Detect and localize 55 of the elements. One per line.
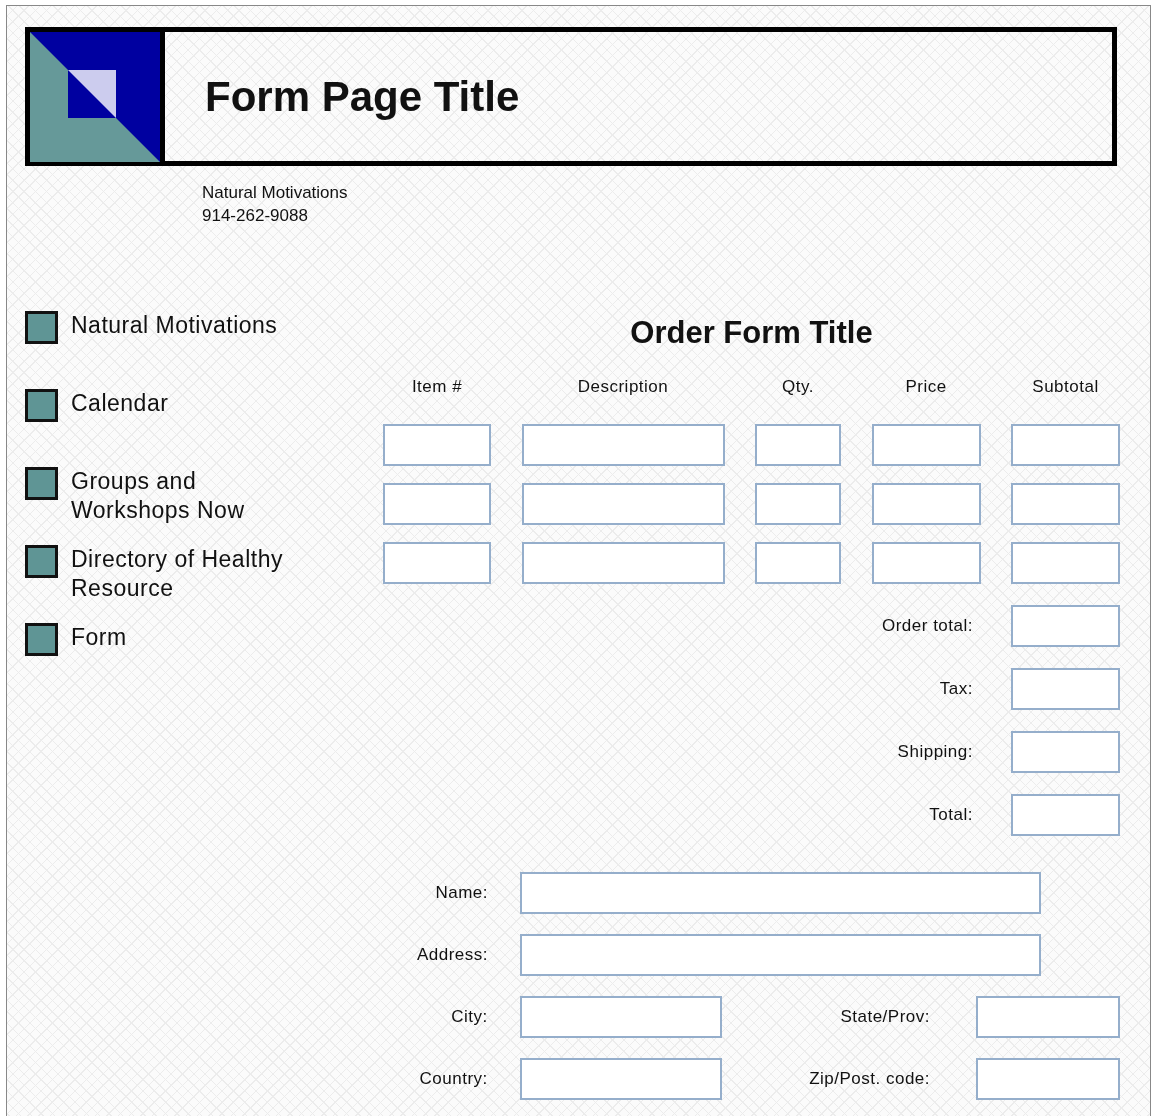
input-field[interactable] <box>1011 731 1120 773</box>
field-label: City: <box>450 1007 488 1027</box>
company-name: Natural Motivations <box>202 182 349 204</box>
input-field[interactable] <box>755 483 841 525</box>
field-label: Order total: <box>881 616 973 636</box>
bullet-icon <box>25 545 58 578</box>
nav-link[interactable]: Form <box>71 623 311 652</box>
nav-link[interactable]: Natural Motivations <box>71 311 311 340</box>
bullet-icon <box>25 467 58 500</box>
field-label: Zip/Post. code: <box>808 1069 930 1089</box>
input-field[interactable] <box>1011 542 1120 584</box>
field-label: Name: <box>434 883 488 903</box>
column-header: Description <box>576 377 670 398</box>
input-field[interactable] <box>1011 668 1120 710</box>
field-label: Total: <box>929 805 973 825</box>
bullet-icon <box>25 623 58 656</box>
input-field[interactable] <box>976 996 1120 1038</box>
input-field[interactable] <box>520 934 1041 976</box>
logo-icon <box>30 32 160 162</box>
input-field[interactable] <box>871 424 981 466</box>
column-header: Subtotal <box>1031 377 1100 398</box>
nav-link[interactable]: Groups and Workshops Now <box>71 467 311 525</box>
input-field[interactable] <box>383 424 491 466</box>
nav-link[interactable]: Directory of Healthy Resource <box>71 545 311 603</box>
input-field[interactable] <box>521 542 725 584</box>
input-field[interactable] <box>519 996 723 1038</box>
input-field[interactable] <box>1011 483 1120 525</box>
input-field[interactable] <box>383 542 491 584</box>
field-label: Tax: <box>939 679 973 699</box>
input-field[interactable] <box>976 1058 1120 1100</box>
column-header: Price <box>904 377 948 398</box>
column-header: Qty. <box>781 377 815 398</box>
input-field[interactable] <box>755 424 841 466</box>
input-field[interactable] <box>521 424 725 466</box>
field-label: State/Prov: <box>839 1007 930 1027</box>
page-title: Form Page Title <box>205 72 520 121</box>
column-header: Item # <box>410 377 464 398</box>
input-field[interactable] <box>1011 424 1120 466</box>
field-label: Country: <box>418 1069 488 1089</box>
input-field[interactable] <box>755 542 841 584</box>
input-field[interactable] <box>521 483 725 525</box>
input-field[interactable] <box>1011 605 1120 647</box>
bullet-icon <box>25 389 58 422</box>
phone-number: 914-262-9088 <box>202 205 309 227</box>
input-field[interactable] <box>519 1058 723 1100</box>
input-field[interactable] <box>383 483 491 525</box>
input-field[interactable] <box>1011 794 1120 836</box>
nav-link[interactable]: Calendar <box>71 389 311 418</box>
field-label: Shipping: <box>897 742 973 762</box>
bullet-icon <box>25 311 58 344</box>
input-field[interactable] <box>871 542 981 584</box>
input-field[interactable] <box>520 872 1041 914</box>
form-title: Order Form Title <box>629 315 874 351</box>
field-label: Address: <box>415 945 488 965</box>
input-field[interactable] <box>871 483 981 525</box>
